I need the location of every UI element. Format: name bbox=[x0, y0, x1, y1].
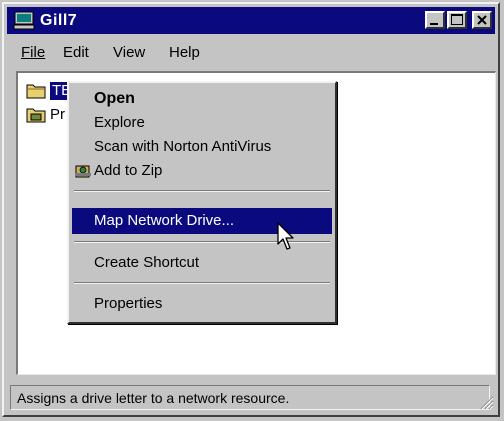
menu-view[interactable]: View bbox=[113, 44, 145, 62]
menu-view-label: View bbox=[113, 44, 146, 61]
menu-separator bbox=[74, 190, 330, 192]
menu-item-label: Open bbox=[94, 90, 135, 107]
menu-help[interactable]: Help bbox=[169, 44, 200, 62]
close-icon bbox=[477, 15, 487, 25]
menu-item-label: Map Network Drive... bbox=[94, 212, 235, 229]
menu-item-label: Create Shortcut bbox=[94, 254, 200, 271]
maximize-button[interactable] bbox=[447, 11, 467, 29]
menu-item-open[interactable]: Open bbox=[72, 86, 332, 112]
status-panel: Assigns a drive letter to a network reso… bbox=[10, 385, 490, 410]
menu-item-add-to-zip[interactable]: Add to Zip bbox=[72, 158, 332, 184]
minimize-button[interactable] bbox=[425, 11, 445, 29]
window-title: Gill7 bbox=[40, 12, 78, 29]
menu-item-label: Explore bbox=[94, 114, 145, 131]
menu-separator bbox=[74, 282, 330, 284]
resize-grip-icon[interactable] bbox=[478, 394, 494, 410]
close-button[interactable] bbox=[472, 11, 492, 29]
folder-icon bbox=[26, 84, 46, 99]
file-name: Pr bbox=[50, 106, 65, 123]
status-bar: Assigns a drive letter to a network reso… bbox=[8, 384, 496, 412]
status-text: Assigns a drive letter to a network reso… bbox=[17, 390, 290, 406]
menu-item-label: Add to Zip bbox=[94, 162, 163, 179]
menu-file-label: File bbox=[21, 44, 46, 61]
computer-icon bbox=[13, 11, 35, 30]
printer-folder-icon bbox=[26, 108, 46, 123]
mouse-cursor-icon bbox=[277, 222, 294, 250]
menu-edit-label: Edit bbox=[63, 44, 89, 61]
menu-item-scan-norton[interactable]: Scan with Norton AntiVirus bbox=[72, 134, 332, 160]
menu-item-properties[interactable]: Properties bbox=[72, 291, 332, 317]
menu-edit[interactable]: Edit bbox=[63, 44, 89, 62]
menu-item-explore[interactable]: Explore bbox=[72, 110, 332, 136]
zip-icon bbox=[75, 165, 91, 178]
menu-bar: File Edit View Help bbox=[7, 38, 495, 64]
title-bar[interactable]: Gill7 bbox=[7, 7, 495, 34]
menu-item-label: Scan with Norton AntiVirus bbox=[94, 138, 272, 155]
menu-item-label: Properties bbox=[94, 295, 163, 312]
context-menu: Open Explore Scan with Norton AntiVirus … bbox=[67, 81, 337, 324]
menu-help-label: Help bbox=[169, 44, 200, 61]
menu-file[interactable]: File bbox=[21, 44, 45, 62]
